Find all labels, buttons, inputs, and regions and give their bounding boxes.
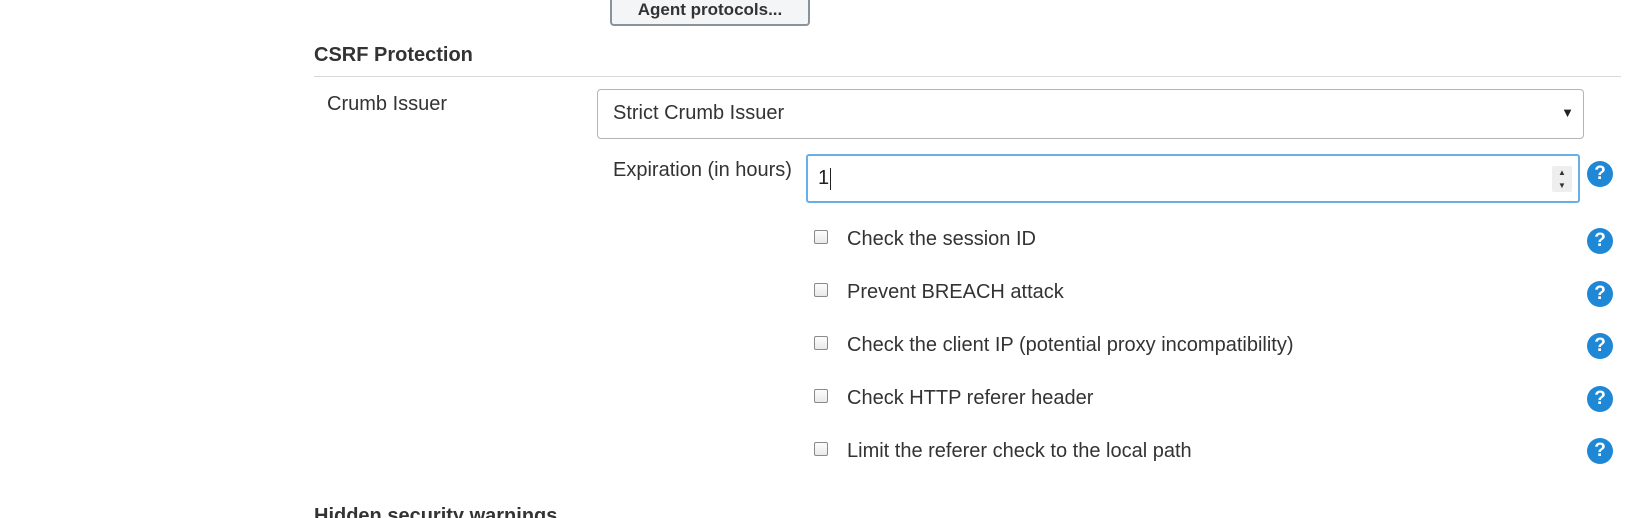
expiration-label: Expiration (in hours) bbox=[613, 159, 792, 181]
help-icon[interactable]: ? bbox=[1587, 386, 1613, 412]
breach-checkbox[interactable] bbox=[814, 283, 828, 297]
breach-label: Prevent BREACH attack bbox=[847, 281, 1064, 303]
local-path-checkbox[interactable] bbox=[814, 442, 828, 456]
help-icon[interactable]: ? bbox=[1587, 228, 1613, 254]
session-id-checkbox[interactable] bbox=[814, 230, 828, 244]
help-icon[interactable]: ? bbox=[1587, 438, 1613, 464]
client-ip-checkbox[interactable] bbox=[814, 336, 828, 350]
agent-protocols-button[interactable]: Agent protocols... bbox=[610, 0, 810, 26]
section-divider bbox=[314, 76, 1621, 77]
text-caret bbox=[830, 167, 832, 190]
crumb-issuer-select[interactable]: Strict Crumb Issuer ▼ bbox=[597, 89, 1584, 139]
expiration-value: 1 bbox=[818, 167, 830, 189]
referer-label: Check HTTP referer header bbox=[847, 387, 1094, 409]
help-icon[interactable]: ? bbox=[1587, 161, 1613, 187]
stepper-up-icon[interactable]: ▲ bbox=[1552, 166, 1572, 179]
help-icon[interactable]: ? bbox=[1587, 281, 1613, 307]
crumb-issuer-label: Crumb Issuer bbox=[327, 93, 448, 115]
section-title-csrf: CSRF Protection bbox=[314, 44, 473, 66]
security-config-page: Agent protocols... CSRF Protection Crumb… bbox=[0, 0, 1638, 518]
expiration-input[interactable]: 1 ▲ ▼ bbox=[806, 154, 1580, 203]
chevron-down-icon: ▼ bbox=[1561, 105, 1574, 120]
help-icon[interactable]: ? bbox=[1587, 333, 1613, 359]
client-ip-label: Check the client IP (potential proxy inc… bbox=[847, 334, 1294, 356]
number-stepper[interactable]: ▲ ▼ bbox=[1552, 166, 1572, 192]
stepper-down-icon[interactable]: ▼ bbox=[1552, 179, 1572, 192]
referer-checkbox[interactable] bbox=[814, 389, 828, 403]
crumb-issuer-selected-value: Strict Crumb Issuer bbox=[613, 102, 785, 124]
section-title-hidden-warnings: Hidden security warnings bbox=[314, 505, 558, 518]
session-id-label: Check the session ID bbox=[847, 228, 1036, 250]
local-path-label: Limit the referer check to the local pat… bbox=[847, 440, 1192, 462]
